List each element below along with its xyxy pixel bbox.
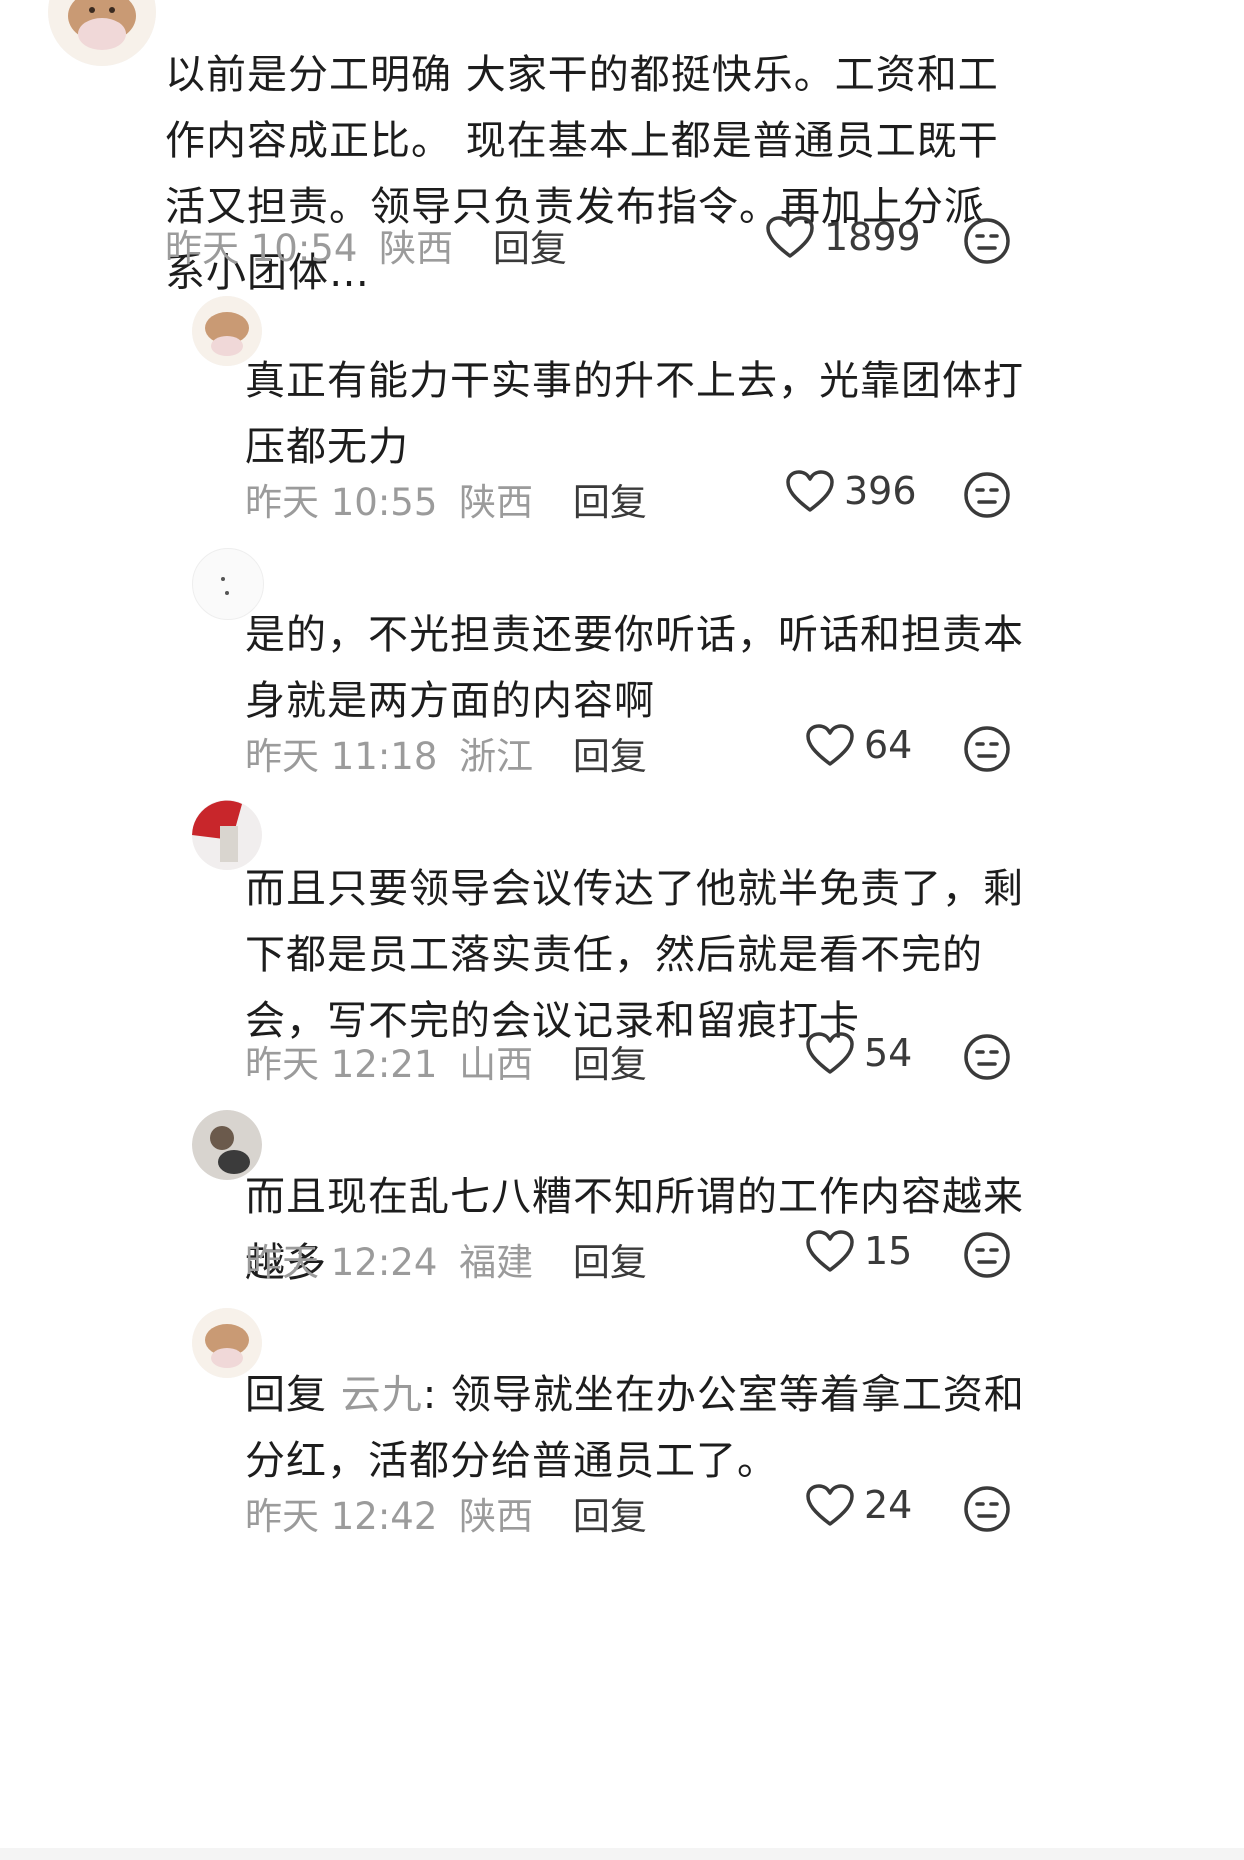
like-count: 54 [864,1031,913,1075]
like-button[interactable]: 15 [804,1228,912,1274]
like-count: 1899 [824,215,921,259]
comment-meta: 昨天 12:24 福建 回复 [245,1232,647,1286]
meh-face-icon[interactable] [962,724,1012,774]
reply-button[interactable]: 回复 [493,227,567,270]
like-button[interactable]: 1899 [764,214,921,260]
like-button[interactable]: 64 [804,722,912,768]
like-button[interactable]: 396 [784,468,917,514]
comment-text: 真正有能力干实事的升不上去，光靠团体打压都无力 [245,358,1024,470]
heart-outline-icon [806,1230,854,1272]
meh-face-icon[interactable] [962,1484,1012,1534]
comment-location: 陕西 [379,227,454,270]
comment-time: 昨天 12:24 [245,1241,438,1284]
comment-meta: 昨天 12:21 山西 回复 [245,1034,647,1088]
like-count: 24 [864,1483,913,1527]
reply-button[interactable]: 回复 [573,481,647,524]
comment-time: 昨天 12:21 [245,1043,438,1086]
comment-location: 福建 [459,1241,534,1284]
comment-time: 昨天 11:18 [245,735,438,778]
reply-button[interactable]: 回复 [573,735,647,778]
meh-face-icon[interactable] [962,216,1012,266]
comment-location: 浙江 [459,735,534,778]
heart-outline-icon [806,1484,854,1526]
comment-location: 陕西 [459,481,534,524]
like-count: 396 [844,469,917,513]
comment-meta: 昨天 10:55 陕西 回复 [245,472,647,526]
avatar[interactable] [48,0,156,66]
comment-meta: 昨天 11:18 浙江 回复 [245,726,647,780]
heart-outline-icon [806,1032,854,1074]
comment-text: 回复 云九: 领导就坐在办公室等着拿工资和分红，活都分给普通员工了。 [245,1362,1025,1494]
comment-time: 昨天 10:55 [245,481,438,524]
comment-location: 山西 [459,1043,534,1086]
comment-text: 是的，不光担责还要你听话，听话和担责本身就是两方面的内容啊 [245,612,1024,724]
comment-location: 陕西 [459,1495,534,1538]
bottom-divider [0,1848,1244,1860]
like-button[interactable]: 24 [804,1482,912,1528]
like-count: 15 [864,1229,913,1273]
reply-button[interactable]: 回复 [573,1043,647,1086]
like-count: 64 [864,723,913,767]
meh-face-icon[interactable] [962,1032,1012,1082]
meh-face-icon[interactable] [962,1230,1012,1280]
like-button[interactable]: 54 [804,1030,912,1076]
comment-time: 昨天 12:42 [245,1495,438,1538]
reply-target-username[interactable]: 云九 [341,1372,423,1418]
heart-outline-icon [806,724,854,766]
reply-button[interactable]: 回复 [573,1495,647,1538]
comment-text: 而且只要领导会议传达了他就半免责了，剩下都是员工落实责任，然后就是看不完的会，写… [245,866,1024,1044]
meh-face-icon[interactable] [962,470,1012,520]
heart-outline-icon [766,216,814,258]
comment-meta: 昨天 10:54 陕西 回复 [165,218,567,272]
capybara-avatar-icon [48,0,156,66]
heart-outline-icon [786,470,834,512]
reply-button[interactable]: 回复 [573,1241,647,1284]
reply-prefix: 回复 [245,1372,327,1418]
comment-meta: 昨天 12:42 陕西 回复 [245,1486,647,1540]
comment-time: 昨天 10:54 [165,227,358,270]
